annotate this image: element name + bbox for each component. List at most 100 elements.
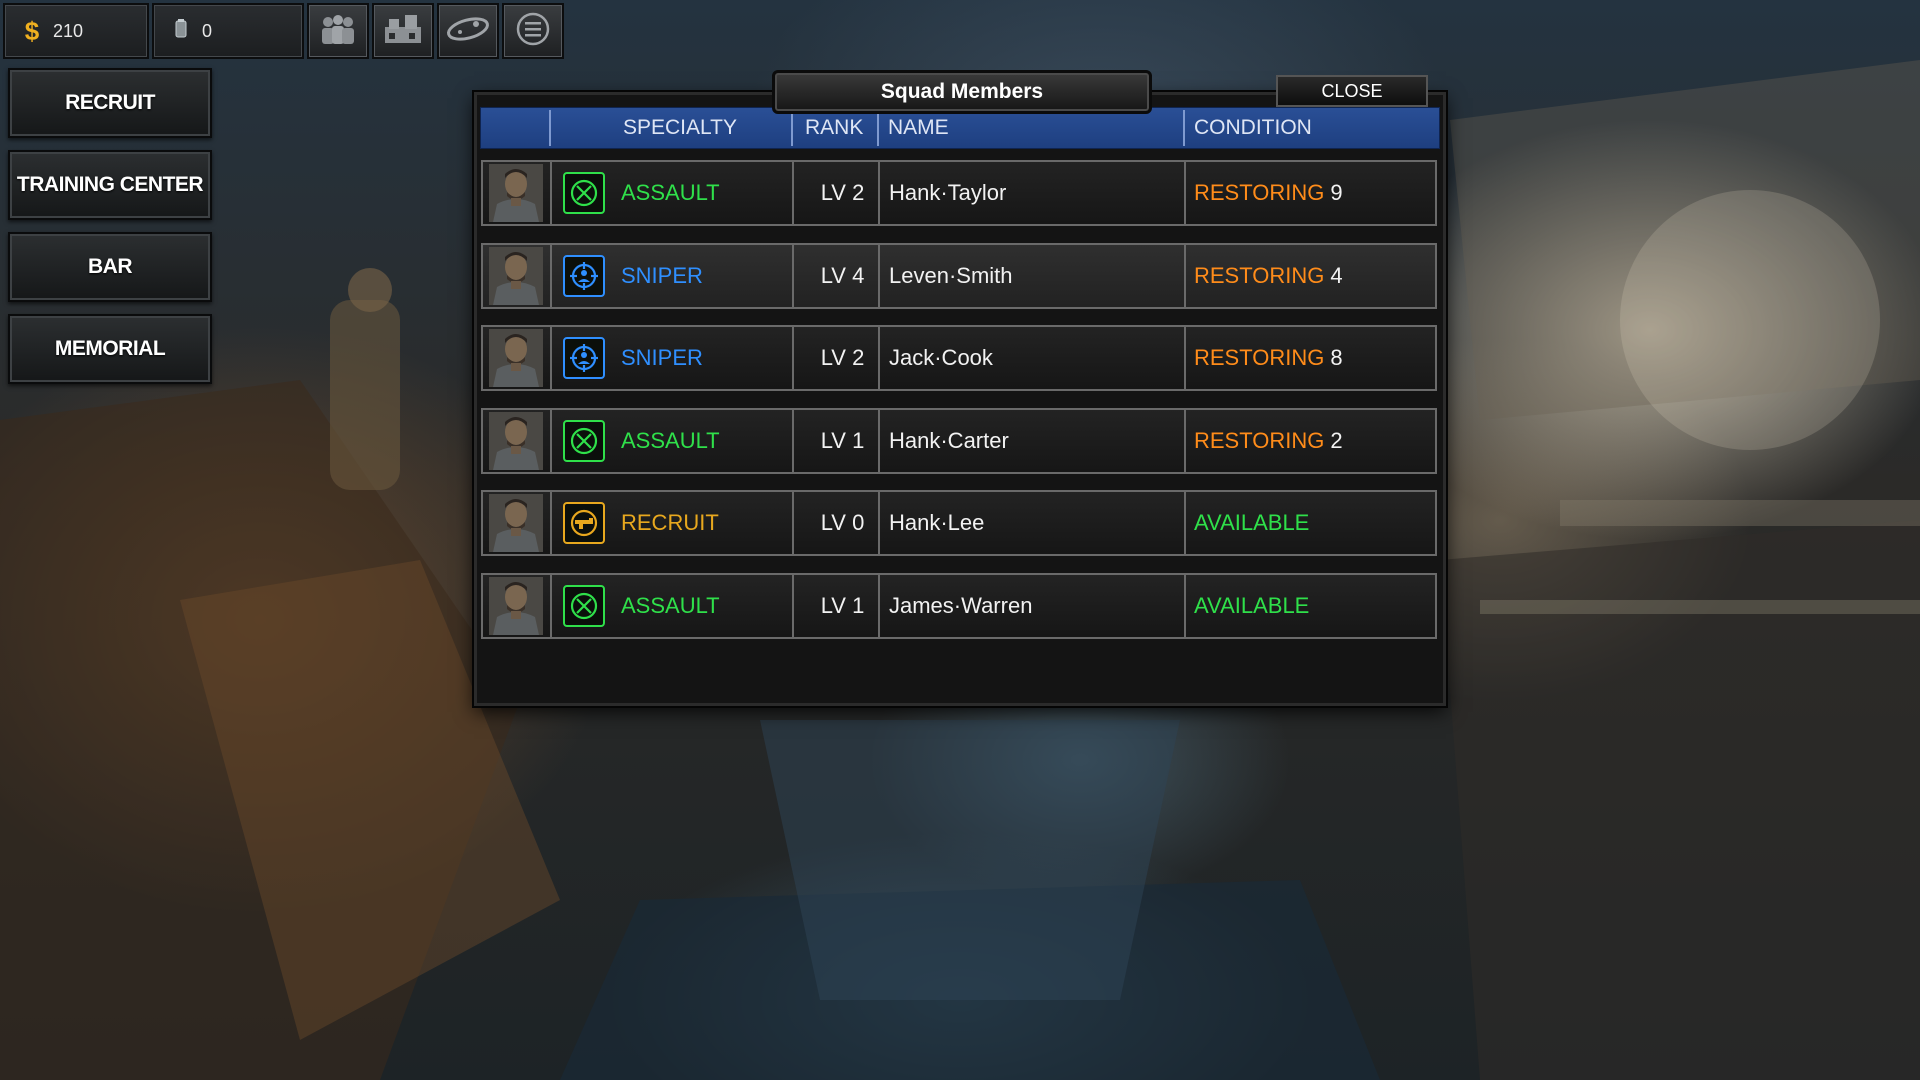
rank-label: LV 0	[820, 510, 865, 535]
soldier-name: Hank·Lee	[889, 510, 985, 535]
row-divider	[550, 492, 552, 554]
header-rank: RANK	[805, 116, 864, 139]
menu-icon	[515, 11, 551, 52]
header-divider	[791, 110, 793, 146]
squad-row[interactable]: RECRUIT LV 0 Hank·Lee AVAILABLE	[481, 490, 1437, 556]
rank-label: LV 1	[820, 427, 865, 453]
close-button[interactable]: CLOSE	[1276, 75, 1428, 107]
condition-label: RESTORING	[1194, 180, 1325, 205]
condition-cell: RESTORING 8	[1194, 327, 1343, 389]
assault-icon	[563, 172, 605, 214]
specialty-label: RECRUIT	[621, 510, 719, 535]
row-divider	[792, 327, 794, 389]
sniper-icon	[563, 254, 605, 297]
condition-cell: AVAILABLE	[1194, 575, 1315, 637]
condition-label: AVAILABLE	[1194, 510, 1310, 535]
specialty-badge	[563, 492, 607, 554]
assault-icon	[563, 584, 605, 627]
squad-icon	[318, 14, 358, 49]
row-divider	[550, 162, 552, 224]
row-divider	[550, 327, 552, 389]
row-divider	[878, 162, 880, 224]
soldier-portrait	[485, 575, 547, 637]
menu-button[interactable]	[502, 3, 564, 59]
specialty-label: ASSAULT	[621, 427, 720, 453]
soldier-name: Leven·Smith	[889, 262, 1013, 288]
panel-title: Squad Members	[772, 70, 1152, 114]
header-divider	[877, 110, 879, 146]
row-divider	[792, 492, 794, 554]
soldier-portrait	[485, 245, 547, 307]
header-specialty: SPECIALTY	[623, 116, 737, 139]
recruit-button[interactable]: RECRUIT	[8, 68, 212, 138]
world-map-icon	[446, 14, 490, 49]
condition-label: RESTORING	[1194, 262, 1325, 288]
restoring-days: 2	[1330, 427, 1343, 453]
soldier-name: Hank·Taylor	[889, 180, 1007, 205]
row-divider	[1184, 244, 1186, 307]
condition-cell: RESTORING 4	[1194, 245, 1343, 307]
soldier-name: James·Warren	[889, 592, 1033, 618]
condition-label: RESTORING	[1194, 427, 1325, 453]
dollar-icon: $	[24, 15, 40, 46]
resource-bar: $ 210 0	[0, 0, 564, 59]
row-divider	[550, 409, 552, 472]
rank-label: LV 4	[820, 262, 865, 288]
restoring-days: 4	[1330, 262, 1343, 288]
world-map-button[interactable]	[437, 3, 499, 59]
squad-row[interactable]: SNIPER LV 2 Jack·Cook RESTORING 8	[481, 325, 1437, 391]
header-divider	[1183, 110, 1185, 146]
row-divider	[878, 409, 880, 472]
row-divider	[878, 492, 880, 554]
assault-icon	[563, 419, 605, 462]
condition-label: RESTORING	[1194, 345, 1325, 370]
restoring-days: 8	[1330, 345, 1343, 370]
squad-row[interactable]: ASSAULT LV 2 Hank·Taylor RESTORING 9	[481, 160, 1437, 226]
row-divider	[878, 244, 880, 307]
parts-display: 0	[152, 3, 304, 59]
condition-cell: AVAILABLE	[1194, 492, 1315, 554]
squad-row[interactable]: ASSAULT LV 1 Hank·Carter RESTORING 2	[481, 407, 1437, 474]
squad-row[interactable]: SNIPER LV 4 Leven·Smith RESTORING 4	[481, 242, 1437, 309]
soldier-name: Jack·Cook	[889, 345, 993, 370]
soldier-name: Hank·Carter	[889, 427, 1009, 453]
soldier-portrait	[485, 492, 547, 554]
specialty-badge	[563, 327, 607, 389]
row-divider	[1184, 492, 1186, 554]
soldier-portrait	[485, 162, 547, 224]
specialty-label: ASSAULT	[621, 180, 720, 205]
memorial-button[interactable]: MEMORIAL	[8, 314, 212, 384]
recruit-icon	[563, 502, 605, 544]
specialty-badge	[563, 410, 607, 472]
header-name: NAME	[888, 116, 949, 139]
specialty-badge	[563, 245, 607, 307]
row-divider	[550, 574, 552, 637]
left-menu: RECRUIT TRAINING CENTER BAR MEMORIAL	[8, 68, 212, 396]
row-divider	[878, 327, 880, 389]
row-divider	[1184, 574, 1186, 637]
rank-label: LV 1	[820, 592, 865, 618]
squad-row[interactable]: ASSAULT LV 1 James·Warren AVAILABLE	[481, 572, 1437, 639]
row-divider	[550, 244, 552, 307]
parts-value: 0	[202, 20, 213, 41]
training-center-button[interactable]: TRAINING CENTER	[8, 150, 212, 220]
row-divider	[1184, 327, 1186, 389]
row-divider	[1184, 409, 1186, 472]
restoring-days: 9	[1330, 180, 1343, 205]
row-divider	[1184, 162, 1186, 224]
condition-label: AVAILABLE	[1194, 592, 1310, 618]
sniper-icon	[563, 337, 605, 379]
squad-button[interactable]	[307, 3, 369, 59]
base-button[interactable]	[372, 3, 434, 59]
row-divider	[878, 574, 880, 637]
base-icon	[383, 13, 423, 50]
condition-cell: RESTORING 2	[1194, 410, 1343, 472]
row-divider	[792, 409, 794, 472]
specialty-label: ASSAULT	[621, 592, 720, 618]
soldier-portrait	[485, 327, 547, 389]
row-divider	[792, 162, 794, 224]
specialty-label: SNIPER	[621, 345, 703, 370]
bar-button[interactable]: BAR	[8, 232, 212, 302]
soldier-portrait	[485, 410, 547, 472]
money-display: $ 210	[3, 3, 149, 59]
